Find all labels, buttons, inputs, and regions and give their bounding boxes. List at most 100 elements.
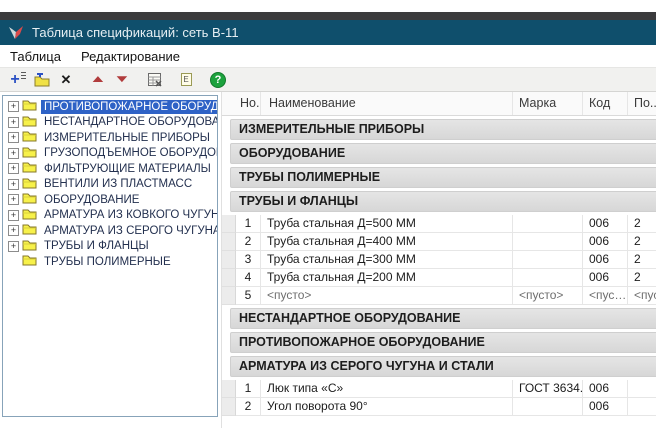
table-header: Но...НаименованиеМаркаКодПо... <box>222 92 656 116</box>
move-down-button[interactable]: ▼ <box>110 69 134 90</box>
row-po-cell <box>628 398 656 416</box>
menu-table[interactable]: Таблица <box>0 45 71 67</box>
row-marka-cell <box>513 398 583 416</box>
tree-item[interactable]: + АРМАТУРА ИЗ СЕРОГО ЧУГУНА И СТА <box>3 223 217 239</box>
table-row[interactable]: 1Люк типа «С»ГОСТ 3634...006 <box>222 380 656 398</box>
expand-plus-icon[interactable]: + <box>8 241 19 252</box>
tree-item-label: АРМАТУРА ИЗ СЕРОГО ЧУГУНА И СТА <box>41 224 218 238</box>
row-number-cell: 1 <box>236 215 261 233</box>
tree-item-label: ТРУБЫ ПОЛИМЕРНЫЕ <box>41 255 174 269</box>
insert-folder-button[interactable] <box>30 69 54 90</box>
table-row[interactable]: 2Труба стальная Д=400 ММ0062 <box>222 233 656 251</box>
tree-item[interactable]: +НЕСТАНДАРТНОЕ ОБОРУДОВАНИЕ <box>3 115 217 131</box>
section-header[interactable]: ТРУБЫ И ФЛАНЦЫ <box>230 191 656 212</box>
field-button[interactable]: E <box>174 69 198 90</box>
row-name-cell: Труба стальная Д=200 ММ <box>261 269 513 287</box>
tree-item-label: ВЕНТИЛИ ИЗ ПЛАСТМАСС <box>41 177 195 191</box>
tree-item-label: ФИЛЬТРУЮЩИЕ МАТЕРИАЛЫ <box>41 162 214 176</box>
tree-item[interactable]: + ФИЛЬТРУЮЩИЕ МАТЕРИАЛЫ <box>3 161 217 177</box>
row-gutter-cell <box>222 251 236 269</box>
folder-icon <box>22 130 37 142</box>
row-kod-cell: 006 <box>583 251 628 269</box>
section-header[interactable]: НЕСТАНДАРТНОЕ ОБОРУДОВАНИЕ <box>230 308 656 329</box>
expand-plus-icon[interactable]: + <box>8 225 19 236</box>
folder-icon <box>22 115 37 127</box>
expand-plus-icon[interactable]: + <box>8 210 19 221</box>
section-header[interactable]: ИЗМЕРИТЕЛЬНЫЕ ПРИБОРЫ <box>230 119 656 140</box>
expand-plus-icon[interactable]: + <box>8 163 19 174</box>
folder-icon-wrap <box>22 223 41 238</box>
folder-icon-wrap <box>22 177 41 192</box>
table-row[interactable]: 2Угол поворота 90°006 <box>222 398 656 416</box>
tree-item[interactable]: +ИЗМЕРИТЕЛЬНЫЕ ПРИБОРЫ <box>3 130 217 146</box>
table-row[interactable]: 3Труба стальная Д=300 ММ0062 <box>222 251 656 269</box>
toolbar: + ✕ ▲▼ E? <box>0 67 656 92</box>
row-po-cell <box>628 380 656 398</box>
row-number-cell: 5 <box>236 287 261 305</box>
column-header-marka[interactable]: Марка <box>513 92 583 115</box>
row-marka-cell <box>513 215 583 233</box>
folder-icon-wrap <box>22 161 41 176</box>
tree-item[interactable]: + ГРУЗОПОДЪЕМНОЕ ОБОРУДОВАНИЕ <box>3 146 217 162</box>
tree-item[interactable]: +ПРОТИВОПОЖАРНОЕ ОБОРУДОВАНИ <box>3 99 217 115</box>
folder-icon <box>22 208 37 220</box>
header-gutter-cell <box>222 92 236 115</box>
tree-item[interactable]: +ТРУБЫ И ФЛАНЦЫ <box>3 239 217 255</box>
category-tree: +ПРОТИВОПОЖАРНОЕ ОБОРУДОВАНИ+НЕСТАНДАРТН… <box>2 95 218 417</box>
row-kod-cell: 006 <box>583 215 628 233</box>
column-header-number[interactable]: Но... <box>236 92 261 115</box>
row-marka-cell: <пусто> <box>513 287 583 305</box>
expand-plus-icon[interactable]: + <box>8 194 19 205</box>
column-header-kod[interactable]: Код <box>583 92 628 115</box>
section-header[interactable]: ОБОРУДОВАНИЕ <box>230 143 656 164</box>
tree-item[interactable]: ТРУБЫ ПОЛИМЕРНЫЕ <box>3 254 217 270</box>
row-po-cell: 2 <box>628 251 656 269</box>
tree-item-label: ГРУЗОПОДЪЕМНОЕ ОБОРУДОВАНИЕ <box>41 146 218 160</box>
tree-item[interactable]: + ВЕНТИЛИ ИЗ ПЛАСТМАСС <box>3 177 217 193</box>
row-name-cell: Труба стальная Д=400 ММ <box>261 233 513 251</box>
row-name-cell: Люк типа «С» <box>261 380 513 398</box>
expand-plus-icon[interactable]: + <box>8 148 19 159</box>
menubar: Таблица Редактирование <box>0 45 656 67</box>
row-marka-cell <box>513 269 583 287</box>
row-gutter-cell <box>222 380 236 398</box>
folder-icon-wrap <box>22 99 41 114</box>
expand-plus-icon[interactable]: + <box>8 132 19 143</box>
table-body: ИЗМЕРИТЕЛЬНЫЕ ПРИБОРЫ ОБОРУДОВАНИЕ ТРУБЫ П… <box>222 119 656 416</box>
delete-x-icon: ✕ <box>61 73 72 86</box>
menu-edit[interactable]: Редактирование <box>71 45 190 67</box>
move-up-button[interactable]: ▲ <box>86 69 110 90</box>
add-row-button[interactable]: + <box>6 69 30 90</box>
tree-item-label: ОБОРУДОВАНИЕ <box>41 193 142 207</box>
column-header-po[interactable]: По... <box>628 92 656 115</box>
column-header-name[interactable]: Наименование <box>261 92 513 115</box>
add-plus-icon: + <box>10 72 19 88</box>
help-question-icon: ? <box>210 72 226 88</box>
row-po-cell: <пусто> <box>628 287 656 305</box>
row-number-cell: 4 <box>236 269 261 287</box>
row-kod-cell: 006 <box>583 269 628 287</box>
section-header[interactable]: ТРУБЫ ПОЛИМЕРНЫЕ <box>230 167 656 188</box>
folder-icon <box>22 99 37 111</box>
tree-item[interactable]: +АРМАТУРА ИЗ КОВКОГО ЧУГУНА И Ц <box>3 208 217 224</box>
report-button[interactable] <box>142 69 166 90</box>
row-gutter-cell <box>222 287 236 305</box>
table-row[interactable]: 5<пусто><пусто><пусто><пусто> <box>222 287 656 305</box>
table-row[interactable]: 1Труба стальная Д=500 ММ0062 <box>222 215 656 233</box>
expand-plus-icon[interactable]: + <box>8 179 19 190</box>
expand-plus-icon[interactable]: + <box>8 117 19 128</box>
delete-button[interactable]: ✕ <box>54 69 78 90</box>
section-header[interactable]: ПРОТИВОПОЖАРНОЕ ОБОРУДОВАНИЕ <box>230 332 656 353</box>
tree-item[interactable]: + ОБОРУДОВАНИЕ <box>3 192 217 208</box>
help-button[interactable]: ? <box>206 69 230 90</box>
spec-table: Но...НаименованиеМаркаКодПо... ИЗМЕРИТЕЛ… <box>221 92 656 428</box>
titlebar[interactable]: Таблица спецификаций: сеть В-11 <box>0 20 656 45</box>
expand-plus-icon[interactable]: + <box>8 101 19 112</box>
field-box-icon: E <box>181 73 192 86</box>
row-kod-cell: 006 <box>583 380 628 398</box>
window-title: Таблица спецификаций: сеть В-11 <box>32 25 239 40</box>
table-row[interactable]: 4Труба стальная Д=200 ММ0062 <box>222 269 656 287</box>
section-header[interactable]: АРМАТУРА ИЗ СЕРОГО ЧУГУНА И СТАЛИ <box>230 356 656 377</box>
row-name-cell: Угол поворота 90° <box>261 398 513 416</box>
row-gutter-cell <box>222 398 236 416</box>
